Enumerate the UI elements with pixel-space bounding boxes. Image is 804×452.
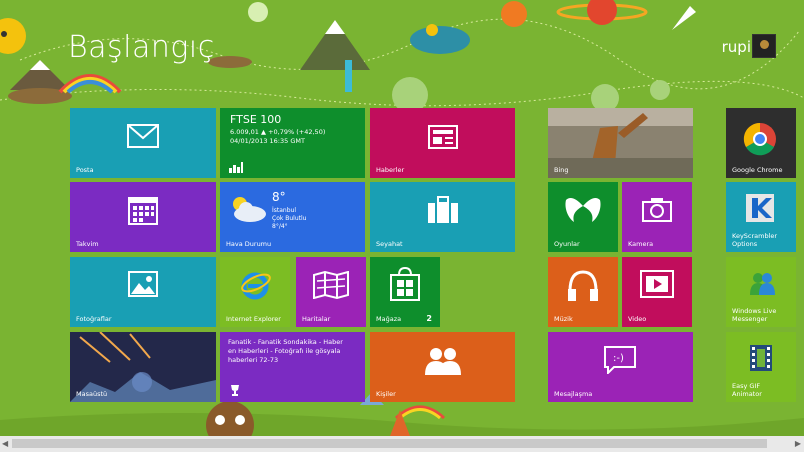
scroll-right-icon[interactable]: ▶ [795, 439, 801, 448]
tile-label: Easy GIF Animator [732, 382, 762, 398]
tile-desktop[interactable]: Masaüstü [70, 332, 216, 402]
scroll-left-icon[interactable]: ◀ [2, 439, 8, 448]
horizontal-scrollbar[interactable]: ◀ ▶ [0, 436, 804, 452]
tile-label: Hava Durumu [226, 240, 272, 248]
finance-change: 6.009,01 ▲ +0,79% (+42,50) [230, 128, 326, 136]
tile-store[interactable]: Mağaza 2 [370, 257, 440, 327]
messenger-icon [750, 273, 775, 295]
tile-label: Takvim [76, 240, 99, 248]
tile-label: Haritalar [302, 315, 331, 323]
tile-video[interactable]: Video [622, 257, 692, 327]
tile-label: Fotoğraflar [76, 315, 112, 323]
tile-label: Windows Live Messenger [732, 307, 777, 323]
tile-camera[interactable]: Kamera [622, 182, 692, 252]
camera-icon [642, 198, 672, 222]
tile-label: Haberler [376, 166, 405, 174]
tile-travel[interactable]: Seyahat [370, 182, 515, 252]
tile-chrome[interactable]: Google Chrome [726, 108, 796, 178]
tile-bing[interactable]: Bing [548, 108, 693, 178]
tile-label: Kamera [628, 240, 654, 248]
tile-messaging[interactable]: :-) Mesajlaşma [548, 332, 693, 402]
tile-label: KeyScrambler Options [732, 232, 778, 248]
suitcase-icon [428, 196, 458, 223]
keyscrambler-icon [746, 194, 774, 222]
tile-ie[interactable]: Internet Explorer [220, 257, 290, 327]
headphones-icon [568, 270, 598, 301]
newspaper-icon [428, 125, 458, 149]
tile-maps[interactable]: Haritalar [296, 257, 366, 327]
chrome-icon [743, 122, 776, 156]
tile-mail[interactable]: Posta [70, 108, 216, 178]
weather-condition: Çok Bulutlu [272, 215, 307, 222]
tile-label: Kişiler [376, 390, 396, 398]
tile-messenger[interactable]: Windows Live Messenger [726, 257, 796, 327]
tile-label: Google Chrome [732, 166, 783, 174]
tile-weather[interactable]: 8° İstanbul Çok Bulutlu 8°/4° Hava Durum… [220, 182, 365, 252]
weather-range: 8°/4° [272, 223, 288, 230]
chat-bubble-icon: :-) [604, 346, 636, 374]
finance-index: FTSE 100 [230, 113, 282, 126]
tile-label: Video [628, 315, 647, 323]
store-badge: 2 [426, 314, 432, 323]
tile-label: Posta [76, 166, 94, 174]
trophy-icon [231, 385, 239, 396]
weather-city: İstanbul [272, 207, 297, 214]
video-icon [640, 270, 674, 298]
tile-label: Oyunlar [554, 240, 580, 248]
weather-temp: 8° [272, 190, 286, 204]
people-icon [425, 348, 461, 375]
sports-headline: Fanatik - Fanatik Sondakika - Haber en H… [228, 338, 343, 364]
user-name[interactable]: rupi [722, 38, 751, 56]
tile-news[interactable]: Haberler [370, 108, 515, 178]
tile-label: Masaüstü [76, 390, 108, 398]
finance-time: 04/01/2013 16:35 GMT [230, 137, 305, 145]
tile-keyscrambler[interactable]: KeyScrambler Options [726, 182, 796, 252]
avatar[interactable] [752, 34, 776, 58]
bing-photo [548, 108, 693, 178]
tile-finance[interactable]: FTSE 100 6.009,01 ▲ +0,79% (+42,50) 04/0… [220, 108, 365, 178]
chart-icon [229, 162, 243, 173]
tile-photos[interactable]: Fotoğraflar [70, 257, 216, 327]
svg-text::-): :-) [613, 353, 624, 364]
tile-music[interactable]: Müzik [548, 257, 618, 327]
internet-explorer-icon [241, 272, 271, 300]
scrollbar-thumb[interactable] [12, 439, 767, 448]
calendar-icon [128, 197, 158, 225]
tile-sports[interactable]: Fanatik - Fanatik Sondakika - Haber en H… [220, 332, 365, 402]
page-title: Başlangıç [68, 30, 215, 65]
film-strip-icon [750, 345, 772, 371]
xbox-icon [565, 198, 601, 222]
tile-label: Mesajlaşma [554, 390, 593, 398]
tile-label: Internet Explorer [226, 315, 281, 323]
tile-games[interactable]: Oyunlar [548, 182, 618, 252]
tile-label: Müzik [554, 315, 573, 323]
tile-label: Mağaza [376, 315, 402, 323]
tile-label: Seyahat [376, 240, 403, 248]
photo-icon [128, 271, 158, 297]
mail-icon [127, 124, 159, 148]
store-bag-icon [390, 267, 420, 301]
tile-gif-animator[interactable]: Easy GIF Animator [726, 332, 796, 402]
tile-calendar[interactable]: Takvim [70, 182, 216, 252]
tile-people[interactable]: Kişiler [370, 332, 515, 402]
tile-label: Bing [554, 166, 569, 174]
map-icon [313, 271, 349, 299]
cloud-sun-icon [233, 197, 266, 222]
